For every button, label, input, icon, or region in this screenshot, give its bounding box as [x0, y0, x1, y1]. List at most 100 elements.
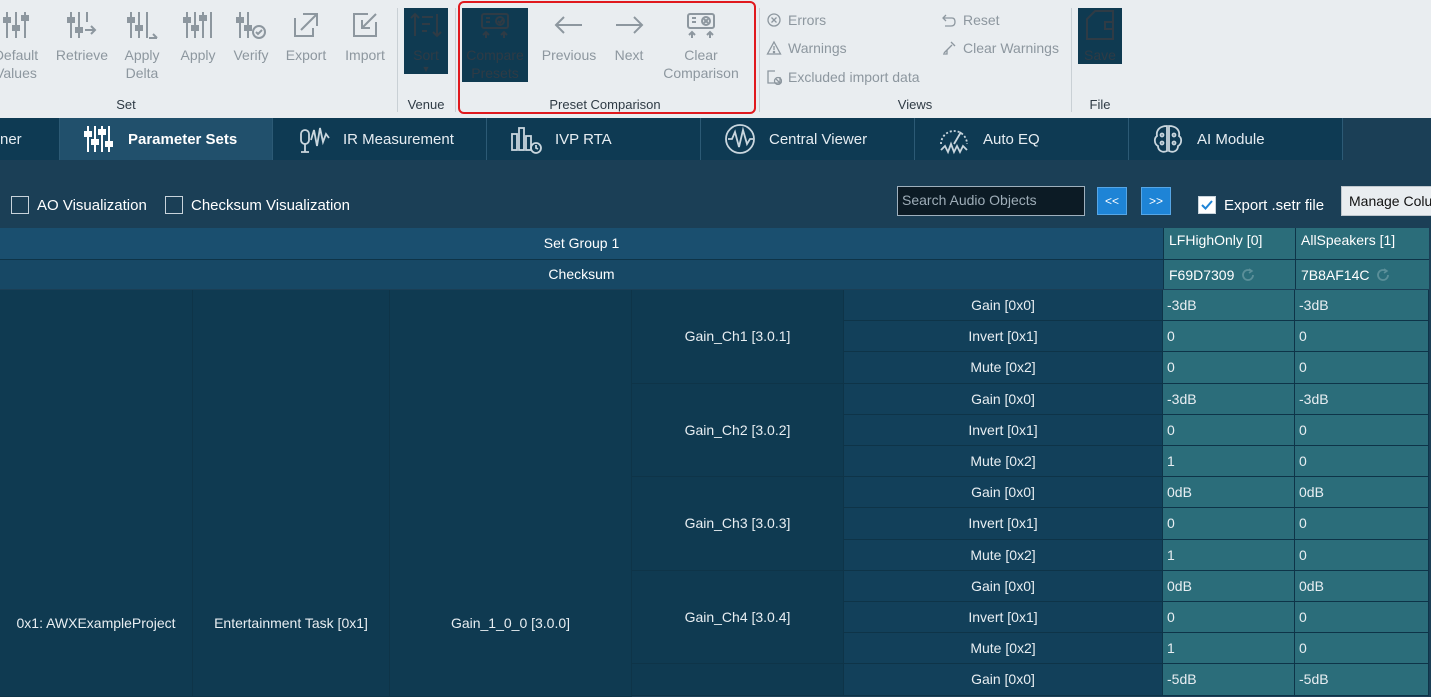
value-cell-lfhighonly[interactable]: -5dB: [1163, 664, 1295, 696]
checkbox-box[interactable]: [165, 196, 183, 214]
value-cell-lfhighonly[interactable]: 1: [1163, 446, 1295, 478]
bar-clock-icon: [511, 127, 542, 154]
value-cell-lfhighonly[interactable]: 0: [1163, 508, 1295, 540]
clear-warnings-button[interactable]: Clear Warnings: [941, 40, 1059, 56]
preset-comparison-highlight: [458, 1, 756, 114]
parameter-name-cell: Invert [0x1]: [844, 321, 1163, 353]
verify-button[interactable]: Verify: [229, 8, 273, 64]
sliders-icon: [3, 12, 29, 38]
tab-partial[interactable]: ner: [0, 118, 60, 160]
apply-delta-button[interactable]: Apply Delta: [118, 8, 166, 82]
value-cell-allspeakers[interactable]: 0: [1295, 352, 1429, 384]
save-label: Save: [1084, 47, 1116, 63]
tab-bar-filler: [1343, 118, 1431, 160]
value-cell-lfhighonly[interactable]: -3dB: [1163, 290, 1295, 322]
value-cell-allspeakers[interactable]: 0dB: [1295, 477, 1429, 509]
channel-group-cell: [632, 664, 844, 696]
tab-auto-eq-label: Auto EQ: [983, 130, 1040, 148]
brain-icon: [1153, 125, 1183, 153]
ribbon-separator: [759, 8, 760, 112]
export-button[interactable]: Export: [283, 8, 329, 64]
parameter-name-cell: Mute [0x2]: [844, 633, 1163, 665]
parameter-name-cell: Gain [0x0]: [844, 383, 1163, 415]
value-cell-allspeakers[interactable]: 0: [1295, 446, 1429, 478]
parameter-name-cell: Mute [0x2]: [844, 352, 1163, 384]
checkbox-box[interactable]: [11, 196, 29, 214]
value-cell-allspeakers[interactable]: -3dB: [1295, 290, 1429, 322]
tab-parameter-sets[interactable]: Parameter Sets: [60, 118, 273, 160]
import-button[interactable]: Import: [340, 8, 390, 64]
next-page-button[interactable]: >>: [1141, 187, 1171, 215]
value-cell-lfhighonly[interactable]: 0: [1163, 602, 1295, 634]
parameter-name-cell: Gain [0x0]: [844, 570, 1163, 602]
value-cell-allspeakers[interactable]: 0: [1295, 539, 1429, 571]
search-audio-objects-input[interactable]: Search Audio Objects: [897, 186, 1085, 216]
value-cell-allspeakers[interactable]: 0: [1295, 633, 1429, 665]
save-button[interactable]: Save: [1078, 8, 1122, 64]
warning-triangle-icon: [766, 40, 782, 55]
value-cell-lfhighonly[interactable]: 0: [1163, 321, 1295, 353]
value-cell-lfhighonly[interactable]: 0dB: [1163, 570, 1295, 602]
column-name: AllSpeakers [1]: [1301, 232, 1396, 248]
previous-page-button[interactable]: <<: [1097, 187, 1127, 215]
retrieve-button[interactable]: Retrieve: [54, 8, 110, 64]
checkbox-checked[interactable]: [1198, 196, 1216, 214]
value-cell-allspeakers[interactable]: 0dB: [1295, 570, 1429, 602]
reset-arrow-icon: [942, 14, 956, 27]
header-divider: [1164, 259, 1295, 260]
value-cell-allspeakers[interactable]: 0: [1295, 414, 1429, 446]
manage-columns-button[interactable]: Manage Colu: [1341, 186, 1431, 216]
ao-visualization-checkbox[interactable]: AO Visualization: [11, 196, 147, 214]
tab-ivp-rta[interactable]: IVP RTA: [487, 118, 701, 160]
channel-group-cell: Gain_Ch3 [3.0.3]: [632, 477, 844, 571]
refresh-icon[interactable]: [1240, 267, 1256, 283]
value-cell-lfhighonly[interactable]: 1: [1163, 539, 1295, 571]
value-cell-allspeakers[interactable]: -3dB: [1295, 383, 1429, 415]
refresh-icon[interactable]: [1375, 267, 1391, 283]
column-checksum: F69D7309: [1169, 267, 1256, 283]
value-cell-allspeakers[interactable]: 0: [1295, 602, 1429, 634]
value-cell-allspeakers[interactable]: 0: [1295, 321, 1429, 353]
warnings-toggle[interactable]: Warnings: [766, 40, 847, 56]
tab-central-viewer[interactable]: Central Viewer: [701, 118, 915, 160]
tab-ir-measurement[interactable]: IR Measurement: [273, 118, 487, 160]
clear-warnings-label: Clear Warnings: [963, 40, 1059, 56]
excluded-import-icon: [767, 70, 782, 85]
value-cell-lfhighonly[interactable]: 0dB: [1163, 477, 1295, 509]
export-icon: [294, 13, 318, 37]
parameter-name-cell: Invert [0x1]: [844, 602, 1163, 634]
value-cell-lfhighonly[interactable]: 1: [1163, 633, 1295, 665]
reset-button[interactable]: Reset: [941, 12, 1000, 28]
tab-ir-measurement-label: IR Measurement: [343, 130, 454, 148]
tab-bar: ner Parameter Sets IR Measurement IVP RT…: [0, 118, 1431, 160]
tab-ai-module[interactable]: AI Module: [1129, 118, 1343, 160]
value-cell-lfhighonly[interactable]: -3dB: [1163, 383, 1295, 415]
apply-button[interactable]: Apply: [176, 8, 220, 64]
sliders-apply-icon: [183, 12, 212, 38]
ribbon: Default Values Retrieve Apply Delta Appl…: [0, 0, 1431, 118]
column-header-lfhighonly[interactable]: LFHighOnly [0] F69D7309: [1163, 228, 1295, 289]
views-group-label: Views: [897, 97, 933, 112]
tab-auto-eq[interactable]: Auto EQ: [915, 118, 1129, 160]
value-cell-lfhighonly[interactable]: 0: [1163, 414, 1295, 446]
sort-icon: [410, 12, 442, 38]
column-header-allspeakers[interactable]: AllSpeakers [1] 7B8AF14C: [1295, 228, 1429, 289]
grid-toolbar: AO Visualization Checksum Visualization …: [0, 160, 1431, 228]
checksum-visualization-checkbox[interactable]: Checksum Visualization: [165, 196, 350, 214]
export-setr-checkbox[interactable]: Export .setr file: [1198, 196, 1324, 214]
warnings-label: Warnings: [788, 40, 847, 56]
value-cell-lfhighonly[interactable]: 0: [1163, 352, 1295, 384]
sort-button[interactable]: Sort ▼: [404, 8, 448, 74]
value-cell-allspeakers[interactable]: -5dB: [1295, 664, 1429, 696]
sliders-retrieve-icon: [67, 12, 97, 38]
excluded-import-toggle[interactable]: Excluded import data: [766, 69, 920, 85]
import-label: Import: [345, 47, 385, 63]
default-values-button[interactable]: Default Values: [0, 8, 44, 82]
errors-toggle[interactable]: Errors: [766, 12, 826, 28]
verify-label: Verify: [233, 47, 269, 63]
parameter-name-cell: Invert [0x1]: [844, 508, 1163, 540]
value-cell-allspeakers[interactable]: 0: [1295, 508, 1429, 540]
import-icon: [353, 13, 377, 37]
ribbon-separator: [455, 8, 456, 112]
sort-dropdown-chevron-icon[interactable]: ▼: [422, 64, 431, 74]
